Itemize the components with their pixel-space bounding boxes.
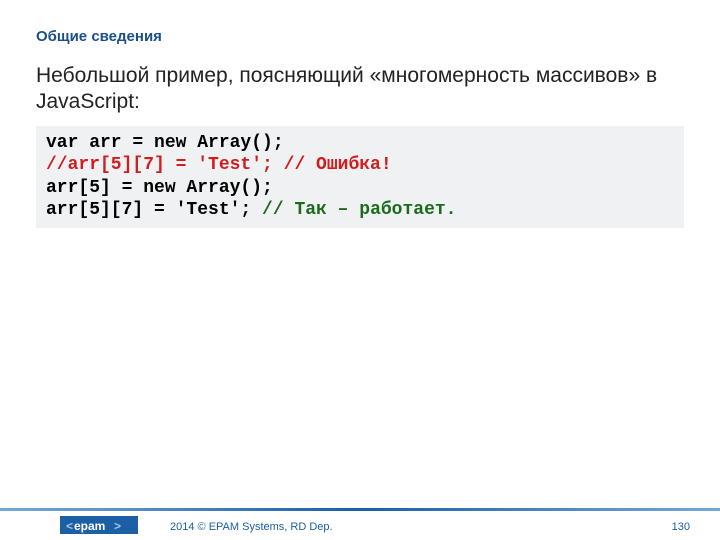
svg-text:<: < xyxy=(66,519,73,533)
page-number: 130 xyxy=(672,521,690,533)
footer-copyright: 2014 © EPAM Systems, RD Dep. xyxy=(170,521,333,533)
epam-logo: < epam > xyxy=(60,514,138,536)
section-title: Общие сведения xyxy=(0,0,720,45)
code-line-1: var arr = new Array(); xyxy=(46,133,284,153)
code-line-2-error: //arr[5][7] = 'Test'; // Ошибка! xyxy=(46,155,392,175)
svg-text:epam: epam xyxy=(74,519,105,533)
slide-footer: < epam > 2014 © EPAM Systems, RD Dep. 13… xyxy=(0,508,720,540)
slide: Общие сведения Небольшой пример, поясняю… xyxy=(0,0,720,540)
code-line-4-comment: // Так – работает. xyxy=(262,200,456,220)
code-block: var arr = new Array(); //arr[5][7] = 'Te… xyxy=(36,126,684,228)
svg-text:>: > xyxy=(114,519,121,533)
footer-divider xyxy=(0,508,720,511)
intro-text: Небольшой пример, поясняющий «многомерно… xyxy=(0,45,720,116)
code-line-4-code: arr[5][7] = 'Test'; xyxy=(46,200,262,220)
code-line-3: arr[5] = new Array(); xyxy=(46,178,273,198)
